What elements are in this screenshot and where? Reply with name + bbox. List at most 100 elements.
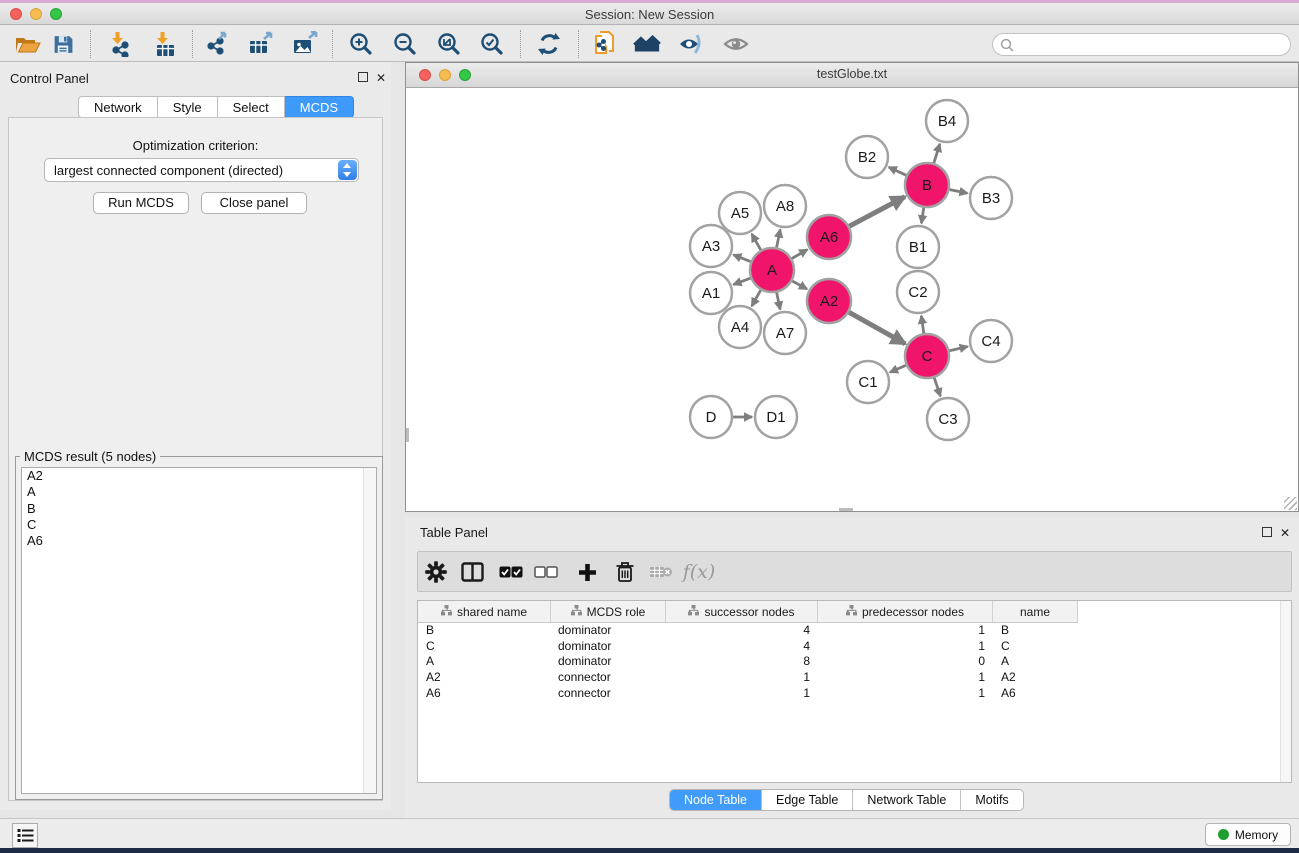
close-table-panel-icon[interactable]: ✕	[1280, 527, 1290, 539]
tab-motifs[interactable]: Motifs	[961, 790, 1022, 810]
search-field[interactable]	[992, 33, 1291, 56]
tab-network[interactable]: Network	[78, 96, 158, 118]
zoom-in-icon[interactable]	[347, 30, 375, 58]
graph-node-C3[interactable]: C3	[927, 398, 969, 440]
table-settings-icon[interactable]	[423, 559, 449, 585]
column-header-shared-name[interactable]: shared name	[418, 601, 551, 623]
graph-edge-C-C2[interactable]	[921, 316, 924, 334]
mcds-result-item[interactable]: A6	[22, 533, 376, 549]
graph-edge-A2-C[interactable]	[848, 312, 905, 344]
graph-node-A5[interactable]: A5	[719, 192, 761, 234]
column-header-mcds-role[interactable]: MCDS role	[551, 601, 666, 623]
graph-node-A4[interactable]: A4	[719, 306, 761, 348]
table-row[interactable]: A6connector11A6	[418, 686, 1291, 702]
network-window-titlebar[interactable]: testGlobe.txt	[406, 63, 1298, 88]
mcds-result-list[interactable]: A2ABCA6	[21, 467, 377, 794]
graph-node-B2[interactable]: B2	[846, 136, 888, 178]
graph-node-B3[interactable]: B3	[970, 177, 1012, 219]
graph-edge-A-A8[interactable]	[776, 230, 780, 249]
table-row[interactable]: Cdominator41C	[418, 639, 1291, 655]
graph-node-C[interactable]: C	[905, 334, 949, 378]
graph-node-B1[interactable]: B1	[897, 226, 939, 268]
function-builder-icon[interactable]: f(x)	[682, 559, 716, 585]
resize-grip[interactable]	[1284, 497, 1297, 510]
graph-edge-A-A4[interactable]	[752, 289, 761, 306]
graph-node-D1[interactable]: D1	[755, 396, 797, 438]
float-panel-icon[interactable]	[358, 72, 368, 82]
zoom-fit-icon[interactable]	[435, 30, 463, 58]
show-all-icon[interactable]	[722, 30, 750, 58]
select-all-icon[interactable]	[498, 559, 524, 585]
graph-node-A[interactable]: A	[750, 248, 794, 292]
tab-select[interactable]: Select	[218, 96, 285, 118]
delete-table-icon[interactable]	[648, 559, 674, 585]
hide-selected-icon[interactable]	[677, 30, 705, 58]
zoom-out-icon[interactable]	[391, 30, 419, 58]
column-header-successor-nodes[interactable]: successor nodes	[666, 601, 818, 623]
import-network-icon[interactable]	[106, 30, 134, 58]
mcds-result-item[interactable]: A2	[22, 468, 376, 484]
float-table-panel-icon[interactable]	[1262, 527, 1272, 537]
graph-node-A6[interactable]: A6	[807, 215, 851, 259]
deselect-all-icon[interactable]	[533, 559, 559, 585]
add-icon[interactable]	[574, 559, 600, 585]
network-canvas[interactable]: B4B2BB3A8A5A6A3B1AA1C2A2A4A7C4CC1C3DD1	[406, 88, 1298, 511]
close-panel-button[interactable]: Close panel	[201, 192, 307, 214]
graph-node-A7[interactable]: A7	[764, 312, 806, 354]
delete-icon[interactable]	[612, 559, 638, 585]
graph-node-D[interactable]: D	[690, 396, 732, 438]
graph-node-A2[interactable]: A2	[807, 279, 851, 323]
mcds-result-item[interactable]: C	[22, 517, 376, 533]
table-row[interactable]: Bdominator41B	[418, 623, 1291, 639]
graph-node-A8[interactable]: A8	[764, 185, 806, 227]
graph-node-C2[interactable]: C2	[897, 271, 939, 313]
table-scrollbar[interactable]	[1280, 601, 1291, 782]
mcds-result-item[interactable]: B	[22, 501, 376, 517]
table-row[interactable]: Adominator80A	[418, 654, 1291, 670]
zoom-selected-icon[interactable]	[478, 30, 506, 58]
graph-edge-B-B2[interactable]	[889, 167, 907, 176]
column-header-predecessor-nodes[interactable]: predecessor nodes	[818, 601, 993, 623]
open-file-icon[interactable]	[13, 30, 41, 58]
graph-node-A1[interactable]: A1	[690, 272, 732, 314]
network-graph[interactable]: B4B2BB3A8A5A6A3B1AA1C2A2A4A7C4CC1C3DD1	[406, 88, 1298, 511]
run-mcds-button[interactable]: Run MCDS	[93, 192, 189, 214]
memory-button[interactable]: Memory	[1205, 823, 1291, 846]
import-table-icon[interactable]	[151, 30, 179, 58]
refresh-icon[interactable]	[535, 30, 563, 58]
first-neighbors-icon[interactable]	[633, 30, 661, 58]
table-row[interactable]: A2connector11A2	[418, 670, 1291, 686]
task-history-icon[interactable]	[12, 823, 38, 848]
export-network-icon[interactable]	[204, 30, 232, 58]
scrollbar[interactable]	[363, 468, 376, 793]
mcds-result-item[interactable]: A	[22, 484, 376, 500]
graph-edge-A-A7[interactable]	[776, 292, 780, 310]
tab-edge-table[interactable]: Edge Table	[762, 790, 853, 810]
close-panel-icon[interactable]: ✕	[376, 72, 386, 84]
graph-node-B4[interactable]: B4	[926, 100, 968, 142]
graph-edge-A-A1[interactable]	[733, 278, 751, 285]
export-table-icon[interactable]	[247, 30, 275, 58]
show-columns-icon[interactable]	[459, 559, 485, 585]
graph-edge-A-A6[interactable]	[791, 250, 807, 259]
graph-edge-A-A5[interactable]	[752, 234, 761, 251]
column-header-name[interactable]: name	[993, 601, 1078, 623]
optimization-dropdown[interactable]: largest connected component (directed)	[44, 158, 359, 182]
save-session-icon[interactable]	[49, 30, 77, 58]
search-input[interactable]	[1014, 34, 1290, 55]
graph-edge-B-B4[interactable]	[934, 144, 940, 164]
tab-network-table[interactable]: Network Table	[853, 790, 961, 810]
tab-node-table[interactable]: Node Table	[670, 790, 762, 810]
graph-edge-A-A2[interactable]	[791, 281, 807, 290]
graph-edge-B-B3[interactable]	[949, 189, 968, 193]
new-network-icon[interactable]	[591, 30, 619, 58]
graph-edge-C-C3[interactable]	[934, 377, 940, 396]
graph-edge-C-C1[interactable]	[890, 365, 907, 372]
graph-edge-B-B1[interactable]	[921, 207, 923, 223]
graph-node-B[interactable]: B	[905, 163, 949, 207]
graph-node-C4[interactable]: C4	[970, 320, 1012, 362]
graph-edge-A6-B[interactable]	[848, 197, 904, 227]
graph-edge-C-C4[interactable]	[948, 346, 967, 351]
tab-mcds[interactable]: MCDS	[285, 96, 354, 118]
export-image-icon[interactable]	[291, 30, 319, 58]
